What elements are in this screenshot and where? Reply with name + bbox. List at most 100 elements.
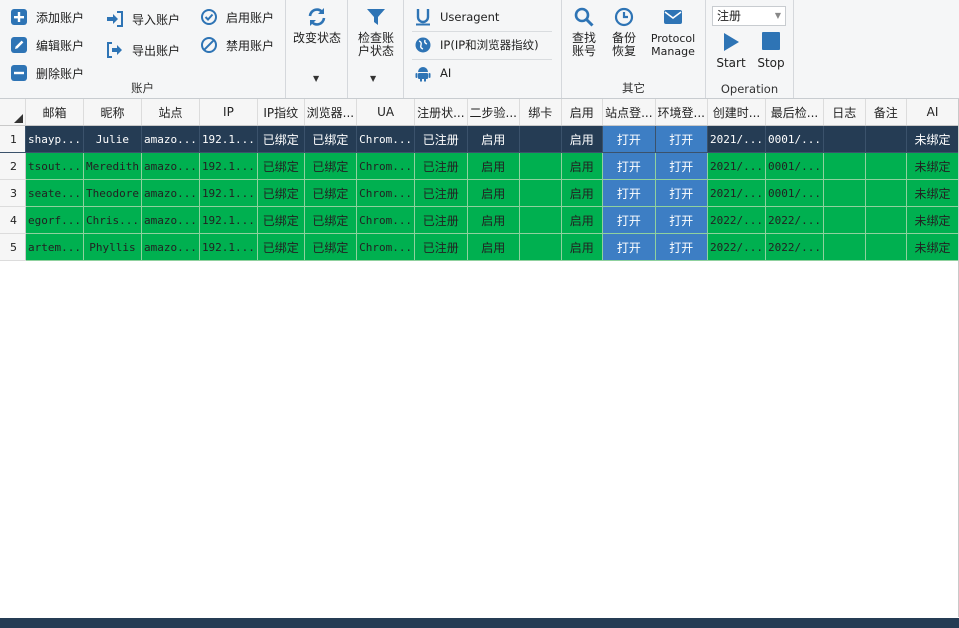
column-header[interactable]: IP [199, 99, 258, 126]
cell-browser[interactable]: 已绑定 [304, 152, 358, 180]
cell-ip[interactable]: 192.1... [199, 206, 258, 234]
cell-twostep[interactable]: 启用 [467, 125, 520, 153]
protocol-manage-button[interactable]: Protocol Manage [646, 6, 700, 58]
cell-browser[interactable]: 已绑定 [304, 179, 358, 207]
check-status-dropdown-icon[interactable]: ▼ [370, 74, 376, 83]
cell-reg[interactable]: 已注册 [414, 179, 468, 207]
cell-lastcheck[interactable]: 2022/... [765, 206, 824, 234]
cell-ip[interactable]: 192.1... [199, 179, 258, 207]
check-status-button[interactable]: 检查账户状态 [350, 6, 402, 58]
cell-enabled[interactable]: 启用 [561, 152, 604, 180]
cell-twostep[interactable]: 启用 [467, 179, 520, 207]
cell-site[interactable]: amazo... [141, 233, 200, 261]
table-row[interactable]: 3 seate... Theodore amazo... 192.1... 已绑定 已绑定 C… [0, 179, 959, 207]
open-envlogin-button[interactable]: 打开 [655, 179, 709, 207]
open-sitelogin-button[interactable]: 打开 [602, 233, 656, 261]
cell-enabled[interactable]: 启用 [561, 233, 604, 261]
row-number[interactable]: 5 [0, 233, 26, 261]
column-header[interactable]: 环境登... [655, 99, 709, 126]
cell-site[interactable]: amazo... [141, 125, 200, 153]
column-header[interactable]: 昵称 [83, 99, 142, 126]
add-account-button[interactable]: 添加账户 [10, 8, 84, 26]
cell-ua[interactable]: Chrom... [356, 233, 416, 261]
find-account-button[interactable]: 查找账号 [568, 6, 600, 58]
cell-lastcheck[interactable]: 0001/... [765, 152, 824, 180]
row-number[interactable]: 4 [0, 206, 26, 234]
operation-mode-select[interactable]: 注册 ▼ [712, 6, 786, 26]
cell-nick[interactable]: Julie [83, 125, 142, 153]
cell-email[interactable]: shayp... [25, 125, 84, 153]
column-header[interactable]: 二步验... [467, 99, 520, 126]
cell-created[interactable]: 2022/... [707, 233, 766, 261]
open-envlogin-button[interactable]: 打开 [655, 152, 709, 180]
start-button[interactable]: Start [714, 31, 748, 70]
cell-browser[interactable]: 已绑定 [304, 233, 358, 261]
cell-ua[interactable]: Chrom... [356, 152, 416, 180]
export-account-button[interactable]: 导出账户 [106, 41, 180, 59]
cell-enabled[interactable]: 启用 [561, 206, 604, 234]
cell-ipfp[interactable]: 已绑定 [257, 152, 305, 180]
cell-twostep[interactable]: 启用 [467, 152, 520, 180]
column-header[interactable]: 日志 [823, 99, 866, 126]
open-sitelogin-button[interactable]: 打开 [602, 206, 656, 234]
cell-nick[interactable]: Chris... [83, 206, 142, 234]
open-sitelogin-button[interactable]: 打开 [602, 179, 656, 207]
cell-browser[interactable]: 已绑定 [304, 206, 358, 234]
cell-email[interactable]: artem... [25, 233, 84, 261]
row-number[interactable]: 3 [0, 179, 26, 207]
cell-ip[interactable]: 192.1... [199, 152, 258, 180]
row-number[interactable]: 2 [0, 152, 26, 180]
cell-lastcheck[interactable]: 2022/... [765, 233, 824, 261]
cell-note[interactable] [865, 206, 908, 234]
cell-card[interactable] [519, 125, 562, 153]
cell-note[interactable] [865, 233, 908, 261]
column-header[interactable]: 站点登... [602, 99, 656, 126]
backup-restore-button[interactable]: 备份恢复 [608, 6, 640, 58]
cell-log[interactable] [823, 206, 866, 234]
cell-reg[interactable]: 已注册 [414, 206, 468, 234]
cell-email[interactable]: egorf... [25, 206, 84, 234]
import-account-button[interactable]: 导入账户 [106, 10, 180, 28]
open-sitelogin-button[interactable]: 打开 [602, 125, 656, 153]
cell-card[interactable] [519, 233, 562, 261]
table-row[interactable]: 5 artem... Phyllis amazo... 192.1... 已绑定 已绑定 Ch… [0, 233, 959, 261]
cell-note[interactable] [865, 179, 908, 207]
cell-created[interactable]: 2022/... [707, 206, 766, 234]
change-status-button[interactable]: 改变状态 [290, 6, 344, 45]
cell-log[interactable] [823, 125, 866, 153]
select-all-corner[interactable] [0, 99, 26, 126]
column-header[interactable]: 绑卡 [519, 99, 562, 126]
open-envlogin-button[interactable]: 打开 [655, 233, 709, 261]
cell-email[interactable]: seate... [25, 179, 84, 207]
cell-nick[interactable]: Theodore [83, 179, 142, 207]
cell-ua[interactable]: Chrom... [356, 125, 416, 153]
cell-ai[interactable]: 未绑定 [906, 206, 959, 234]
column-header[interactable]: 注册状... [414, 99, 468, 126]
change-status-dropdown-icon[interactable]: ▼ [313, 74, 319, 83]
table-row[interactable]: 1 shayp... Julie amazo... 192.1... 已绑定 已绑定 Chro… [0, 125, 959, 153]
cell-reg[interactable]: 已注册 [414, 152, 468, 180]
cell-lastcheck[interactable]: 0001/... [765, 125, 824, 153]
cell-card[interactable] [519, 206, 562, 234]
column-header[interactable]: AI [906, 99, 959, 126]
cell-site[interactable]: amazo... [141, 152, 200, 180]
cell-card[interactable] [519, 152, 562, 180]
cell-ip[interactable]: 192.1... [199, 125, 258, 153]
cell-ipfp[interactable]: 已绑定 [257, 125, 305, 153]
cell-note[interactable] [865, 125, 908, 153]
cell-enabled[interactable]: 启用 [561, 179, 604, 207]
cell-site[interactable]: amazo... [141, 179, 200, 207]
column-header[interactable]: UA [356, 99, 416, 126]
cell-ai[interactable]: 未绑定 [906, 233, 959, 261]
cell-email[interactable]: tsout... [25, 152, 84, 180]
cell-log[interactable] [823, 179, 866, 207]
cell-twostep[interactable]: 启用 [467, 206, 520, 234]
row-number[interactable]: 1 [0, 125, 26, 153]
cell-log[interactable] [823, 152, 866, 180]
cell-nick[interactable]: Meredith [83, 152, 142, 180]
cell-ip[interactable]: 192.1... [199, 233, 258, 261]
accounts-grid[interactable]: 邮箱 昵称 站点 IP IP指纹 浏览器... UA 注册状... 二步验... 绑卡 启用 站点登.… [0, 99, 959, 617]
cell-ipfp[interactable]: 已绑定 [257, 206, 305, 234]
cell-ua[interactable]: Chrom... [356, 179, 416, 207]
open-envlogin-button[interactable]: 打开 [655, 125, 709, 153]
